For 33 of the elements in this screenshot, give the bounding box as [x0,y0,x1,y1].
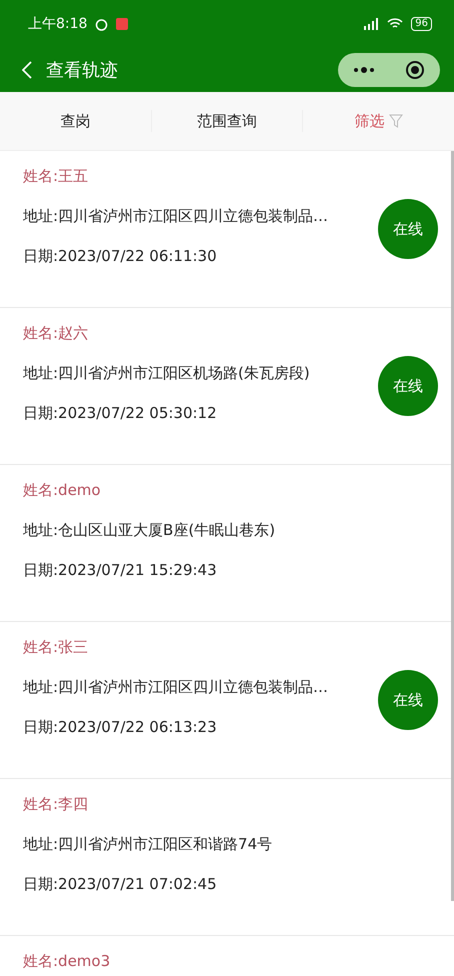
date-text: 日期:2023/07/22 05:30:12 [23,403,218,424]
more-icon[interactable] [353,67,375,73]
address-text: 地址:四川省泸州市江阳区四川立德包装制品… [23,206,330,227]
back-icon[interactable] [22,61,32,79]
page-title: 查看轨迹 [46,59,119,82]
person-name: 姓名:赵六 [23,323,90,344]
capsule-menu[interactable] [338,53,440,87]
address-text: 地址:四川省泸州市江阳区和谐路74号 [23,834,274,855]
wifi-icon [387,18,404,30]
signal-icon [363,18,380,30]
date-text: 日期:2023/07/22 06:11:30 [23,246,218,267]
online-status: 在线 [378,199,438,259]
record-icon[interactable] [405,60,425,80]
person-name: 姓名:王五 [23,166,90,187]
date-text: 日期:2023/07/22 06:13:23 [23,717,218,738]
status-time: 上午8:18 [28,15,88,33]
battery-level: 96 [411,17,432,31]
filter-tab[interactable]: 筛选 [354,112,385,130]
address-text: 地址:四川省泸州市江阳区机场路(朱瓦房段) [23,363,311,384]
alarm-icon [95,18,108,30]
date-text: 日期:2023/07/21 07:02:45 [23,874,218,895]
scrollbar[interactable] [451,151,454,901]
address-text: 地址:四川省泸州市江阳区四川立德包装制品… [23,677,330,698]
person-name: 姓名:张三 [23,637,90,658]
address-text: 地址:仓山区山亚大厦B座(牛眠山巷东) [23,520,276,541]
date-text: 日期:2023/07/21 15:29:43 [23,560,218,581]
filter-tab[interactable]: 范围查询 [197,112,257,130]
filter-tab[interactable]: 查岗 [60,112,90,130]
person-name: 姓名:demo3 [23,951,112,972]
online-status: 在线 [378,356,438,416]
online-status: 在线 [378,670,438,730]
person-name: 姓名:demo [23,480,102,501]
person-name: 姓名:李四 [23,794,90,815]
